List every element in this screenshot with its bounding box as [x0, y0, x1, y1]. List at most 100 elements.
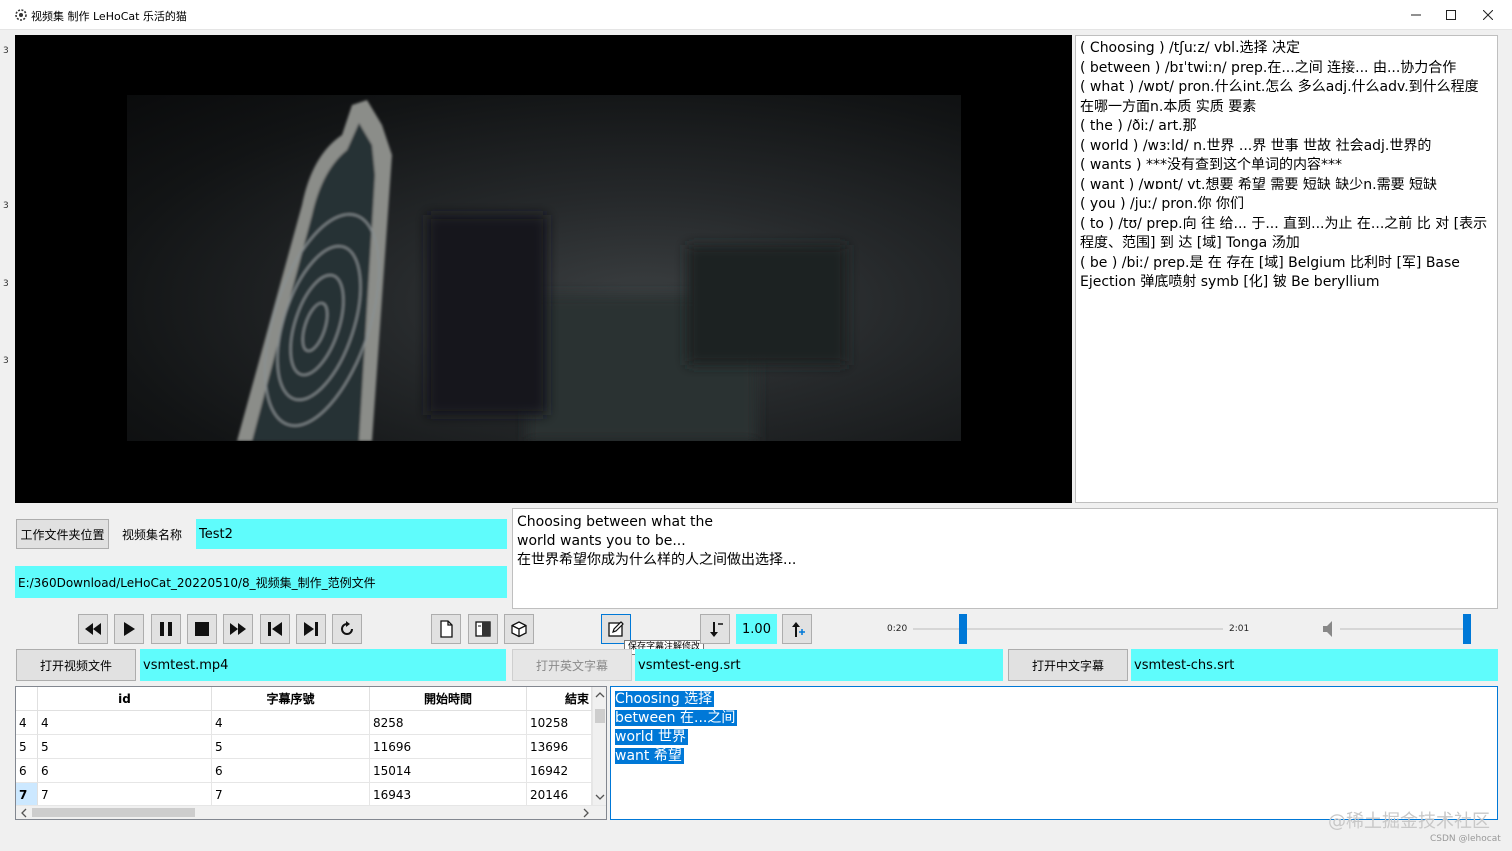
cell-id[interactable]: 6	[38, 759, 212, 783]
cell-seq[interactable]: 7	[212, 783, 370, 807]
previous-subtitle-button[interactable]	[260, 614, 290, 644]
video-player[interactable]	[15, 35, 1072, 503]
annotation-line: want 希望	[615, 748, 684, 764]
stop-button[interactable]	[187, 614, 217, 644]
chinese-subtitle-file-field[interactable]: vsmtest-chs.srt	[1131, 649, 1498, 681]
subtitle-chinese-line: 在世界希望你成为什么样的人之间做出选择...	[517, 552, 797, 568]
annotation-line: world 世界	[615, 729, 688, 745]
stop-icon	[195, 622, 209, 636]
dictionary-entry: ( the ) /ðiː/ art.那	[1080, 118, 1197, 134]
app-gear-icon	[15, 9, 27, 21]
credit-text: CSDN @lehocat	[1430, 834, 1501, 844]
rewind-button[interactable]	[78, 614, 108, 644]
table-header: id 字幕序號 開始時間 結束	[16, 687, 606, 711]
dictionary-entry: ( be ) /biː/ prep.是 在 存在 [域] Belgium 比利时…	[1080, 254, 1460, 291]
speed-up-button[interactable]	[782, 614, 812, 644]
subtitle-table[interactable]: id 字幕序號 開始時間 結束 4 4 4 8258 10258 5 5 5 1…	[15, 686, 607, 820]
dictionary-entry: ( you ) /juː/ pron.你 你们	[1080, 196, 1245, 212]
scroll-left-icon[interactable]	[18, 806, 30, 820]
column-header-start[interactable]: 開始時間	[370, 687, 527, 711]
dictionary-entry: ( wants ) ***没有查到这个单词的内容***	[1080, 157, 1342, 173]
row-header[interactable]: 5	[16, 735, 38, 759]
english-subtitle-file-field[interactable]: vsmtest-eng.srt	[635, 649, 1003, 681]
play-button[interactable]	[114, 614, 144, 644]
arrow-up-icon	[792, 622, 805, 637]
fast-forward-button[interactable]	[223, 614, 253, 644]
close-icon	[1483, 10, 1493, 20]
repeat-icon	[341, 621, 353, 635]
cell-end[interactable]: 20146	[527, 783, 592, 807]
table-vertical-scrollbar[interactable]	[592, 687, 606, 805]
scroll-up-icon[interactable]	[593, 689, 607, 701]
play-icon	[124, 622, 135, 636]
rewind-icon	[85, 623, 101, 635]
total-time: 2:01	[1229, 624, 1250, 634]
volume-icon[interactable]	[1322, 620, 1336, 638]
cell-end[interactable]: 13696	[527, 735, 592, 759]
table-row-selected[interactable]: 7 7 7 16943 20146	[16, 783, 594, 807]
edge-tick: 3	[3, 356, 9, 366]
volume-track[interactable]	[1340, 628, 1468, 630]
horizontal-scroll-thumb[interactable]	[32, 808, 195, 817]
cell-seq[interactable]: 6	[212, 759, 370, 783]
video-frame	[127, 95, 961, 441]
pause-icon	[160, 622, 172, 636]
row-header[interactable]: 6	[16, 759, 38, 783]
next-icon	[304, 622, 318, 636]
collection-name-field[interactable]: Test2	[196, 519, 507, 549]
open-book-button[interactable]	[468, 614, 498, 644]
cell-end[interactable]: 10258	[527, 711, 592, 735]
row-header[interactable]: 4	[16, 711, 38, 735]
subtitle-display[interactable]: Choosing between what the world wants yo…	[512, 508, 1498, 609]
close-button[interactable]	[1465, 0, 1511, 30]
table-row[interactable]: 4 4 4 8258 10258	[16, 711, 594, 735]
repeat-button[interactable]	[332, 614, 362, 644]
open-video-button[interactable]: 打开视频文件	[16, 649, 136, 681]
cell-start[interactable]: 8258	[370, 711, 527, 735]
edge-tick: 3	[3, 46, 9, 56]
cell-id[interactable]: 7	[38, 783, 212, 807]
workspace-path-field[interactable]: E:/360Download/LeHoCat_20220510/8_视频集_制作…	[15, 566, 507, 598]
new-file-button[interactable]	[431, 614, 461, 644]
pause-button[interactable]	[151, 614, 181, 644]
column-header-end[interactable]: 結束	[527, 687, 592, 711]
open-chinese-subtitle-button[interactable]: 打开中文字幕	[1008, 649, 1128, 681]
previous-icon	[268, 622, 282, 636]
volume-thumb[interactable]	[1463, 614, 1471, 644]
edge-tick: 3	[3, 201, 9, 211]
cell-id[interactable]: 4	[38, 711, 212, 735]
cell-start[interactable]: 16943	[370, 783, 527, 807]
title-bar: 视频集 制作 LeHoCat 乐活的猫	[0, 0, 1512, 30]
cell-start[interactable]: 15014	[370, 759, 527, 783]
table-row[interactable]: 5 5 5 11696 13696	[16, 735, 594, 759]
open-english-subtitle-button[interactable]: 打开英文字幕	[512, 649, 632, 681]
next-subtitle-button[interactable]	[296, 614, 326, 644]
row-header[interactable]: 7	[16, 783, 38, 807]
cell-seq[interactable]: 4	[212, 711, 370, 735]
document-icon	[440, 620, 453, 638]
arrow-down-icon	[710, 622, 723, 637]
cell-id[interactable]: 5	[38, 735, 212, 759]
video-file-field[interactable]: vsmtest.mp4	[140, 649, 506, 681]
vertical-scroll-thumb[interactable]	[595, 709, 605, 723]
table-row[interactable]: 6 6 6 15014 16942	[16, 759, 594, 783]
workspace-folder-button[interactable]: 工作文件夹位置	[16, 519, 109, 549]
dictionary-entry: ( Choosing ) /tʃuːz/ vbl.选择 决定	[1080, 40, 1300, 56]
speed-down-button[interactable]	[700, 614, 730, 644]
word-annotation-editor[interactable]: Choosing 选择 between 在...之间 world 世界 want…	[610, 686, 1498, 820]
subtitle-english-line: Choosing between what the	[517, 514, 713, 530]
maximize-icon	[1446, 10, 1456, 20]
cell-end[interactable]: 16942	[527, 759, 592, 783]
table-horizontal-scrollbar[interactable]	[16, 805, 606, 819]
dictionary-panel[interactable]: ( Choosing ) /tʃuːz/ vbl.选择 决定 ( between…	[1075, 35, 1498, 503]
progress-thumb[interactable]	[958, 614, 967, 644]
scroll-down-icon[interactable]	[593, 791, 607, 803]
column-header-seq[interactable]: 字幕序號	[212, 687, 370, 711]
cell-start[interactable]: 11696	[370, 735, 527, 759]
column-header-id[interactable]: id	[38, 687, 212, 711]
dictionary-entry: ( want ) /wɒnt/ vt.想要 希望 需要 短缺 缺少n.需要 短缺	[1080, 176, 1438, 193]
package-button[interactable]	[504, 614, 534, 644]
scroll-right-icon[interactable]	[580, 806, 592, 820]
speed-value: 1.00	[736, 614, 777, 644]
cell-seq[interactable]: 5	[212, 735, 370, 759]
